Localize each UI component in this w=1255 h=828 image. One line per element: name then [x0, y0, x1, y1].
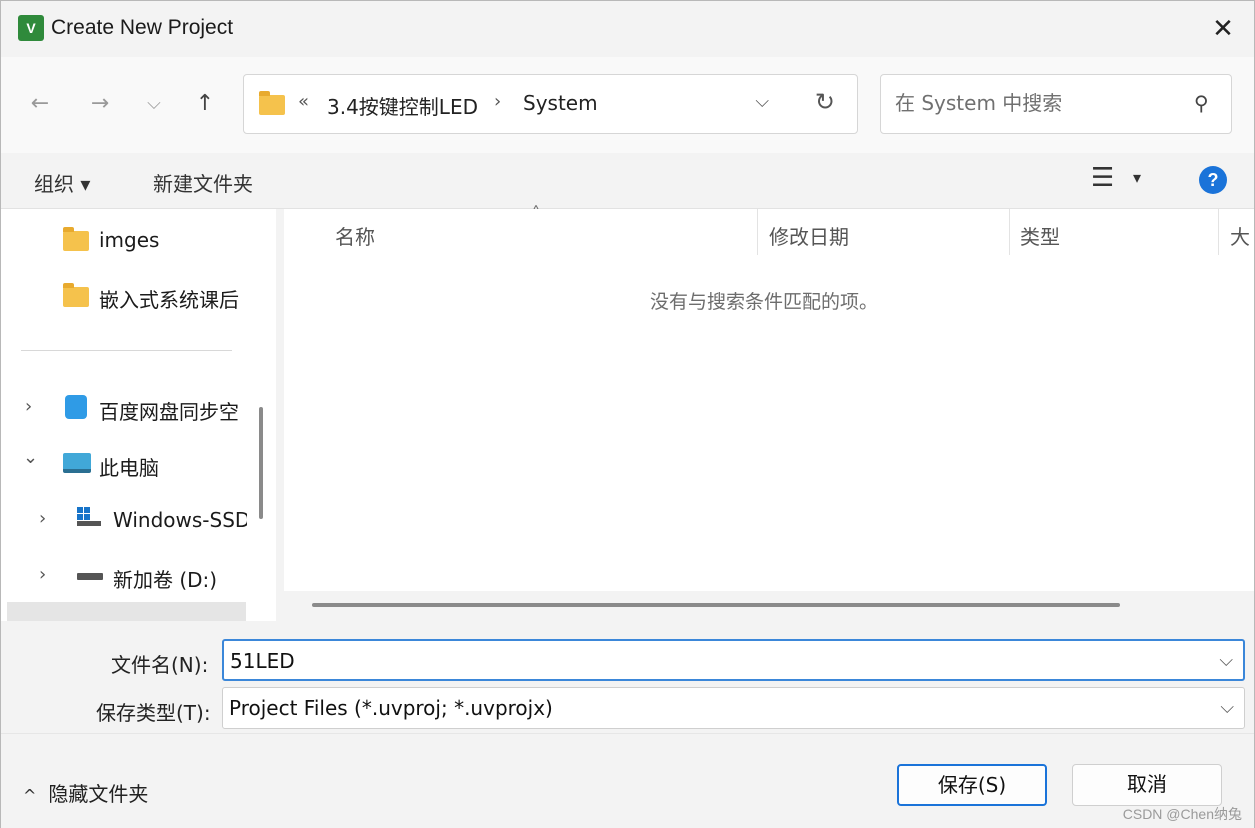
- chevron-right-icon[interactable]: ›: [39, 508, 46, 529]
- file-list: ˄ 名称 修改日期 类型 大 没有与搜索条件匹配的项。: [284, 203, 1254, 621]
- address-dropdown-icon[interactable]: ⌵: [755, 91, 769, 112]
- sidebar-divider: [21, 350, 232, 351]
- drive-icon: [77, 573, 103, 580]
- sidebar-item-drive-d[interactable]: › 新加卷 (D:): [35, 557, 251, 597]
- search-box[interactable]: ⚲: [880, 74, 1232, 134]
- window-title: Create New Project: [51, 16, 234, 39]
- column-header-type[interactable]: 类型: [1020, 221, 1060, 250]
- sidebar-item-this-pc[interactable]: ⌄ 此电脑: [21, 445, 251, 485]
- cancel-button[interactable]: 取消: [1072, 764, 1222, 806]
- horizontal-scrollbar-thumb[interactable]: [312, 603, 1120, 607]
- column-separator[interactable]: [757, 209, 758, 255]
- hide-folders-label: 隐藏文件夹: [48, 782, 149, 806]
- horizontal-scrollbar-track[interactable]: [284, 591, 1254, 621]
- create-project-dialog: V Create New Project ✕ ← → ⌵ ↑ « 3.4按键控制…: [0, 0, 1255, 828]
- column-header-size[interactable]: 大: [1230, 221, 1250, 250]
- up-arrow-icon[interactable]: ↑: [190, 89, 220, 119]
- sidebar-partial-item[interactable]: [7, 602, 246, 621]
- sort-ascending-icon: ˄: [532, 203, 540, 222]
- title-bar: V Create New Project ✕: [1, 1, 1254, 57]
- folder-icon: [259, 91, 285, 115]
- chevron-down-icon[interactable]: ⌵: [1219, 650, 1233, 671]
- breadcrumb-overflow[interactable]: «: [298, 91, 309, 112]
- navigation-bar: ← → ⌵ ↑ « 3.4按键控制LED › System ⌵ ↻ ⚲: [1, 57, 1254, 153]
- column-separator[interactable]: [1218, 209, 1219, 255]
- back-arrow-icon[interactable]: ←: [25, 89, 55, 119]
- sidebar-scrollbar[interactable]: [259, 407, 263, 519]
- breadcrumb-separator[interactable]: ›: [494, 91, 501, 112]
- close-button[interactable]: ✕: [1192, 1, 1254, 57]
- view-options-icon[interactable]: ☰: [1091, 163, 1114, 193]
- recent-locations-chevron-icon[interactable]: ⌵: [139, 89, 169, 119]
- forward-arrow-icon[interactable]: →: [85, 89, 115, 119]
- new-folder-button[interactable]: 新建文件夹: [153, 168, 253, 197]
- sidebar-item-label: 此电脑: [99, 456, 159, 480]
- save-form: 文件名(N): ⌵ 保存类型(T): Project Files (*.uvpr…: [1, 621, 1254, 733]
- filename-combobox[interactable]: ⌵: [222, 639, 1245, 681]
- sidebar-item-label: Windows-SSD: [113, 508, 251, 532]
- hide-folders-toggle[interactable]: ^ 隐藏文件夹: [23, 778, 148, 807]
- dialog-footer: ^ 隐藏文件夹 保存(S) 取消 CSDN @Chen纳兔: [1, 733, 1254, 828]
- keil-app-icon: V: [18, 15, 44, 41]
- chevron-up-icon: ^: [23, 786, 37, 805]
- navigation-pane: imges 嵌入式系统课后 › 百度网盘同步空 ⌄ 此电脑 › Windows-…: [1, 209, 276, 621]
- csdn-watermark: CSDN @Chen纳兔: [1122, 806, 1242, 822]
- column-separator[interactable]: [1009, 209, 1010, 255]
- chevron-right-icon[interactable]: ›: [25, 396, 32, 417]
- sidebar-item-imges[interactable]: imges: [61, 221, 251, 261]
- sidebar-item-embedded-course[interactable]: 嵌入式系统课后: [61, 277, 251, 317]
- sidebar-item-label: 新加卷 (D:): [113, 568, 218, 592]
- command-bar: 组织 ▾ 新建文件夹 ☰ ▾ ?: [1, 153, 1254, 209]
- filetype-selected-value: Project Files (*.uvproj; *.uvprojx): [229, 696, 553, 720]
- column-header-date-modified[interactable]: 修改日期: [769, 221, 849, 250]
- save-button[interactable]: 保存(S): [897, 764, 1047, 806]
- filename-input[interactable]: [230, 649, 1190, 673]
- folder-icon: [63, 283, 89, 307]
- sidebar-item-label: imges: [99, 228, 160, 252]
- breadcrumb-item[interactable]: System: [523, 91, 598, 115]
- filetype-select[interactable]: Project Files (*.uvproj; *.uvprojx) ⌵: [222, 687, 1245, 729]
- chevron-right-icon[interactable]: ›: [39, 564, 46, 585]
- search-icon[interactable]: ⚲: [1194, 91, 1209, 115]
- folder-icon: [63, 227, 89, 251]
- baidu-netdisk-icon: [65, 395, 87, 419]
- address-bar[interactable]: « 3.4按键控制LED › System ⌵ ↻: [243, 74, 858, 134]
- filename-label: 文件名(N):: [111, 653, 209, 677]
- sidebar-item-baidu-sync[interactable]: › 百度网盘同步空: [21, 389, 251, 429]
- breadcrumb-item[interactable]: 3.4按键控制LED: [327, 91, 478, 120]
- search-input[interactable]: [895, 91, 1175, 115]
- windows-drive-icon: [77, 507, 101, 527]
- help-icon[interactable]: ?: [1199, 166, 1227, 194]
- computer-icon: [63, 453, 91, 473]
- empty-state-message: 没有与搜索条件匹配的项。: [649, 291, 878, 313]
- sidebar-item-label: 百度网盘同步空: [99, 400, 239, 424]
- filetype-label: 保存类型(T):: [96, 701, 211, 725]
- view-dropdown-icon[interactable]: ▾: [1133, 168, 1141, 187]
- chevron-down-icon[interactable]: ⌵: [1220, 697, 1234, 718]
- sidebar-item-windows-ssd[interactable]: › Windows-SSD: [35, 501, 251, 541]
- organize-menu-button[interactable]: 组织 ▾: [34, 168, 90, 197]
- column-header-name[interactable]: 名称: [335, 221, 375, 250]
- chevron-down-icon[interactable]: ⌄: [23, 447, 38, 468]
- refresh-icon[interactable]: ↻: [815, 88, 835, 116]
- sidebar-item-label: 嵌入式系统课后: [99, 288, 239, 312]
